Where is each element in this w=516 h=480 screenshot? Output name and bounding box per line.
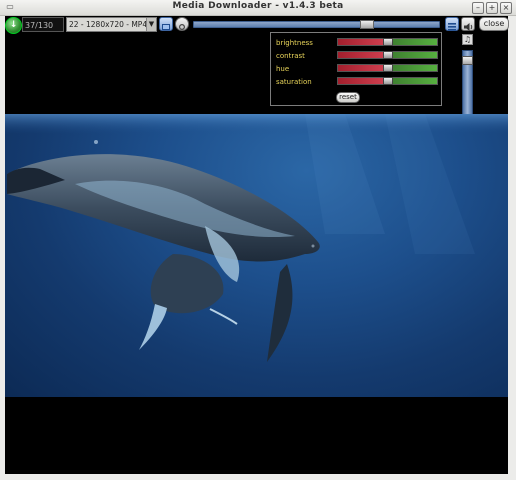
saturation-slider-knob[interactable]	[382, 77, 393, 85]
format-select[interactable]: 22 - 1280x720 - MP4 ▼	[66, 17, 157, 32]
contrast-slider-knob[interactable]	[382, 51, 393, 59]
volume-slider-knob[interactable]	[462, 55, 473, 65]
chevron-down-icon[interactable]: ▼	[146, 18, 156, 31]
brightness-slider-knob[interactable]	[382, 38, 393, 46]
close-window-icon[interactable]: ×	[500, 2, 512, 14]
hue-label: hue	[276, 65, 290, 73]
brightness-slider[interactable]	[337, 38, 438, 46]
brightness-label: brightness	[276, 39, 313, 47]
app-window: ▭ Media Downloader - v1.4.3 beta – + × ↓…	[0, 0, 516, 480]
hue-slider-knob[interactable]	[382, 64, 393, 72]
player-area: ↓ 37/130 22 - 1280x720 - MP4 ▼ close bri…	[5, 16, 509, 474]
video-adjustments-panel: brightness contrast hue saturation reset	[270, 32, 442, 106]
close-button[interactable]: close	[479, 17, 509, 31]
contrast-label: contrast	[276, 52, 305, 60]
whale-video-image	[5, 114, 508, 362]
playlist-icon[interactable]	[445, 17, 459, 31]
saturation-slider[interactable]	[337, 77, 438, 85]
title-bar[interactable]: ▭ Media Downloader - v1.4.3 beta – + ×	[0, 0, 516, 16]
volume-icon[interactable]: ♫	[462, 34, 473, 45]
download-arrow-icon[interactable]: ↓	[5, 17, 22, 34]
settings-icon[interactable]	[175, 17, 189, 31]
reset-button[interactable]: reset	[336, 92, 360, 103]
seek-handle[interactable]	[360, 20, 375, 29]
speaker-icon[interactable]	[461, 17, 475, 31]
saturation-label: saturation	[276, 78, 312, 86]
contrast-slider[interactable]	[337, 51, 438, 59]
window-title: Media Downloader - v1.4.3 beta	[172, 1, 344, 11]
video-counter-field[interactable]: 37/130	[22, 17, 64, 32]
minimize-icon[interactable]: –	[472, 2, 484, 14]
seek-bar[interactable]	[193, 20, 440, 29]
hue-slider[interactable]	[337, 64, 438, 72]
fullscreen-icon[interactable]	[159, 17, 173, 31]
video-frame[interactable]	[5, 114, 508, 397]
maximize-icon[interactable]: +	[486, 2, 498, 14]
format-select-value: 22 - 1280x720 - MP4	[69, 20, 148, 29]
